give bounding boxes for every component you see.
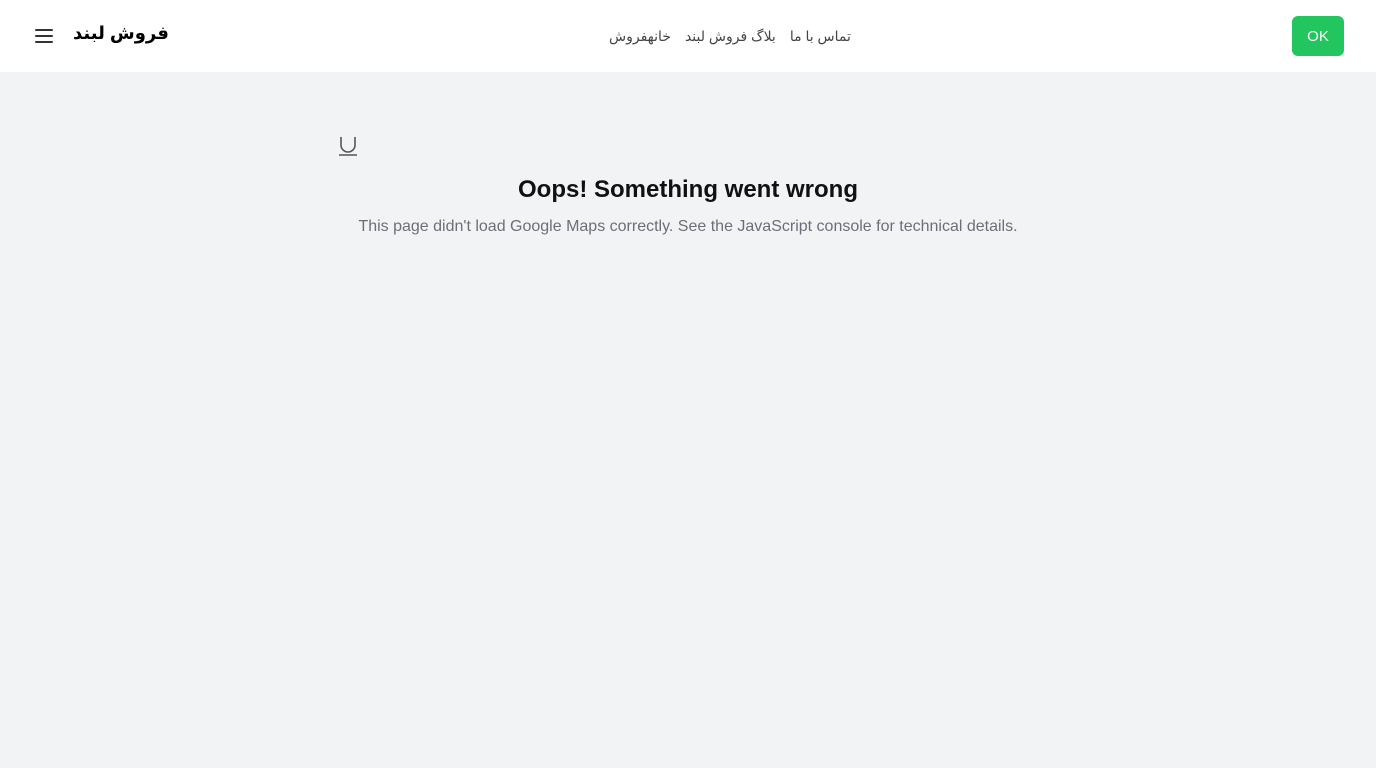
menu-line (35, 41, 53, 43)
brand-logo[interactable]: فروش لبند (73, 23, 169, 44)
nav-item-home[interactable]: خانهفروش (609, 28, 671, 45)
union-icon (338, 135, 358, 157)
nav-item-blog[interactable]: بلاگ فروش لبند (685, 28, 776, 45)
error-message: This page didn't load Google Maps correc… (358, 218, 1018, 235)
main-nav: خانهفروش بلاگ فروش لبند تماس با ما (609, 26, 851, 46)
top-bar: فروش لبند خانهفروش بلاگ فروش لبند تماس ب… (0, 0, 1376, 72)
nav-item-contact[interactable]: تماس با ما (790, 28, 851, 45)
error-title: Oops! Something went wrong (518, 176, 858, 203)
menu-line (35, 29, 53, 31)
ok-button[interactable]: OK (1292, 16, 1344, 56)
hamburger-menu-icon[interactable] (34, 27, 54, 45)
menu-line (35, 35, 53, 37)
